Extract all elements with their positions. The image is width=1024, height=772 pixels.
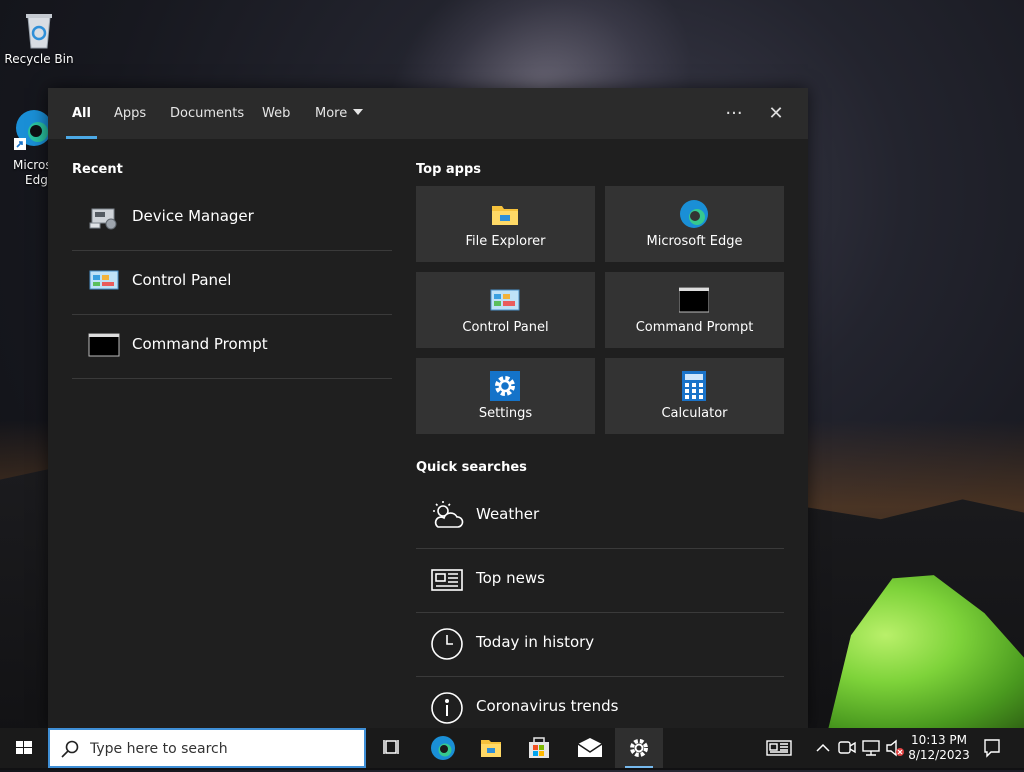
recent-item-label: Control Panel: [132, 271, 232, 289]
control-panel-icon: [490, 285, 520, 315]
flyout-header: All Apps Documents Web More ··· ✕: [48, 88, 808, 139]
file-explorer-icon: [481, 740, 501, 757]
clock-date: 8/12/2023: [908, 748, 970, 762]
control-panel-icon: [88, 267, 120, 295]
tile-label: Control Panel: [462, 320, 549, 335]
edge-icon: [679, 199, 709, 229]
taskbar-settings[interactable]: [615, 728, 663, 768]
tile-label: File Explorer: [465, 234, 546, 249]
tray-meet-now[interactable]: [836, 728, 858, 768]
command-prompt-icon: [88, 331, 120, 359]
store-icon: [529, 737, 549, 758]
tile-settings[interactable]: Settings: [416, 358, 595, 434]
quick-search-weather[interactable]: Weather: [416, 485, 784, 549]
settings-icon: [490, 371, 520, 401]
task-view-button[interactable]: [368, 728, 416, 768]
close-icon: ✕: [768, 103, 784, 124]
tray-network[interactable]: [860, 728, 882, 768]
clock-icon: [430, 627, 464, 661]
recent-item-label: Command Prompt: [132, 335, 268, 353]
tile-label: Settings: [478, 406, 533, 421]
desktop-icon-edge[interactable]: Micros Edge: [0, 104, 55, 187]
device-manager-icon: [88, 203, 120, 231]
tab-all[interactable]: All: [66, 88, 97, 139]
clock-time: 10:13 PM: [911, 733, 967, 747]
network-icon: [862, 740, 880, 756]
more-options-icon: ···: [725, 103, 743, 124]
desktop-icon-recycle-bin[interactable]: Recycle Bin: [4, 8, 74, 66]
chevron-up-icon: [816, 743, 830, 752]
edge-icon: [431, 736, 455, 760]
taskbar-mail[interactable]: [566, 728, 614, 768]
search-flyout: All Apps Documents Web More ··· ✕ Recent…: [48, 88, 808, 728]
action-center-button[interactable]: [976, 728, 1024, 768]
quick-search-top-news[interactable]: Top news: [416, 549, 784, 613]
quick-search-label: Top news: [476, 569, 545, 587]
edge-desktop-label-1: Micros: [13, 158, 52, 172]
taskbar-store[interactable]: [515, 728, 563, 768]
recent-item-command-prompt[interactable]: Command Prompt: [72, 315, 392, 379]
quick-search-today-in-history[interactable]: Today in history: [416, 613, 784, 677]
tab-web[interactable]: Web: [262, 88, 290, 139]
settings-icon: [630, 739, 648, 757]
chevron-down-icon: [353, 109, 364, 115]
quick-search-label: Today in history: [476, 633, 595, 651]
search-icon: [61, 740, 79, 758]
mail-icon: [577, 738, 603, 757]
tile-file-explorer[interactable]: File Explorer: [416, 186, 595, 262]
tile-microsoft-edge[interactable]: Microsoft Edge: [605, 186, 784, 262]
windows-logo-icon: [16, 741, 32, 754]
calculator-icon: [679, 371, 709, 401]
recent-item-label: Device Manager: [132, 207, 254, 225]
quick-searches-title: Quick searches: [416, 460, 527, 475]
tab-more[interactable]: More: [315, 88, 364, 139]
search-input[interactable]: [88, 736, 352, 762]
taskbar-clock[interactable]: 10:13 PM 8/12/2023: [907, 733, 971, 763]
start-button[interactable]: [0, 728, 48, 768]
notification-icon: [984, 739, 1000, 758]
tile-calculator[interactable]: Calculator: [605, 358, 784, 434]
top-apps-title: Top apps: [416, 162, 482, 177]
file-explorer-icon: [490, 199, 520, 229]
news-icon: [430, 563, 464, 597]
recycle-bin-icon: [19, 8, 59, 50]
recycle-bin-label: Recycle Bin: [4, 52, 74, 66]
info-icon: [430, 691, 464, 725]
volume-muted-icon: [886, 739, 904, 757]
recent-title: Recent: [72, 162, 123, 177]
options-button[interactable]: ···: [717, 97, 751, 131]
tab-apps[interactable]: Apps: [114, 88, 146, 139]
quick-search-label: Coronavirus trends: [476, 697, 619, 715]
tile-control-panel[interactable]: Control Panel: [416, 272, 595, 348]
camera-icon: [838, 741, 856, 754]
weather-icon: [430, 499, 464, 533]
tile-command-prompt[interactable]: Command Prompt: [605, 272, 784, 348]
tab-documents[interactable]: Documents: [170, 88, 244, 139]
task-view-icon: [383, 740, 399, 754]
recent-item-device-manager[interactable]: Device Manager: [72, 187, 392, 251]
tile-label: Calculator: [661, 406, 728, 421]
taskbar-file-explorer[interactable]: [467, 728, 515, 768]
taskbar-search-box[interactable]: [48, 728, 366, 768]
taskbar-edge[interactable]: [419, 728, 467, 768]
edge-desktop-icon: [12, 104, 52, 150]
command-prompt-icon: [678, 285, 710, 315]
close-button[interactable]: ✕: [759, 97, 793, 131]
quick-search-label: Weather: [476, 505, 540, 523]
news-icon: [766, 740, 792, 756]
tile-label: Command Prompt: [635, 320, 754, 335]
tile-label: Microsoft Edge: [646, 234, 743, 249]
recent-item-control-panel[interactable]: Control Panel: [72, 251, 392, 315]
show-hidden-icons-button[interactable]: [812, 728, 834, 768]
news-and-interests-button[interactable]: [756, 728, 804, 768]
tray-volume[interactable]: [884, 728, 906, 768]
